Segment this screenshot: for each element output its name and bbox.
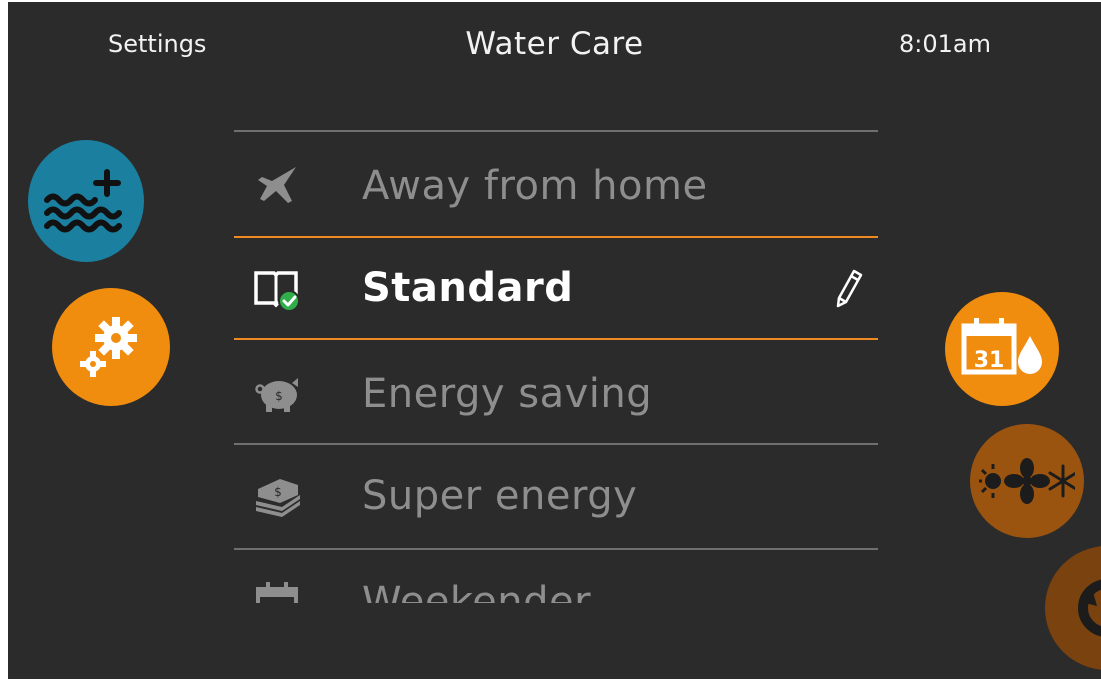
mode-weekender[interactable]: Weekender — [234, 552, 878, 603]
heat-fan-cool-button[interactable] — [970, 424, 1084, 538]
svg-text:$: $ — [274, 485, 282, 499]
mode-label: Super energy — [362, 473, 638, 519]
water-care-mode-list[interactable]: Away from home Standard $ Energy saving … — [234, 130, 878, 603]
pencil-edit-icon[interactable] — [834, 268, 864, 308]
mode-label: Standard — [362, 265, 574, 311]
mode-away-from-home[interactable]: Away from home — [234, 136, 878, 236]
selection-divider-bottom — [234, 338, 878, 340]
heat-fan-snow-icon — [979, 458, 1075, 504]
mode-label: Away from home — [362, 163, 708, 209]
book-check-icon — [254, 271, 300, 312]
list-divider — [234, 130, 878, 132]
svg-text:31: 31 — [974, 348, 1005, 373]
list-divider — [234, 548, 878, 550]
svg-text:$: $ — [275, 389, 283, 403]
calendar-icon — [256, 582, 298, 603]
piggy-bank-icon: $ — [255, 378, 298, 412]
clock-time: 8:01am — [899, 30, 991, 58]
mode-label: Weekender — [362, 579, 592, 603]
gears-icon — [80, 317, 137, 377]
mode-super-energy[interactable]: $ Super energy — [234, 446, 878, 546]
airplane-icon — [258, 167, 296, 203]
schedule-filtration-button[interactable]: 31 — [945, 292, 1059, 406]
settings-gears-button[interactable] — [52, 288, 170, 406]
calendar-water-icon: 31 — [961, 318, 1042, 375]
list-divider — [234, 443, 878, 445]
cycle-icon — [1078, 579, 1101, 637]
cycle-button[interactable] — [1045, 546, 1101, 670]
water-add-button[interactable] — [28, 140, 144, 262]
money-stack-icon: $ — [256, 479, 300, 517]
mode-standard[interactable]: Standard — [234, 238, 878, 338]
water-add-icon — [44, 169, 122, 233]
mode-label: Energy saving — [362, 371, 653, 417]
mode-energy-saving[interactable]: $ Energy saving — [234, 344, 878, 444]
spa-control-screen: Settings Water Care 8:01am 31 Away from … — [8, 2, 1101, 679]
